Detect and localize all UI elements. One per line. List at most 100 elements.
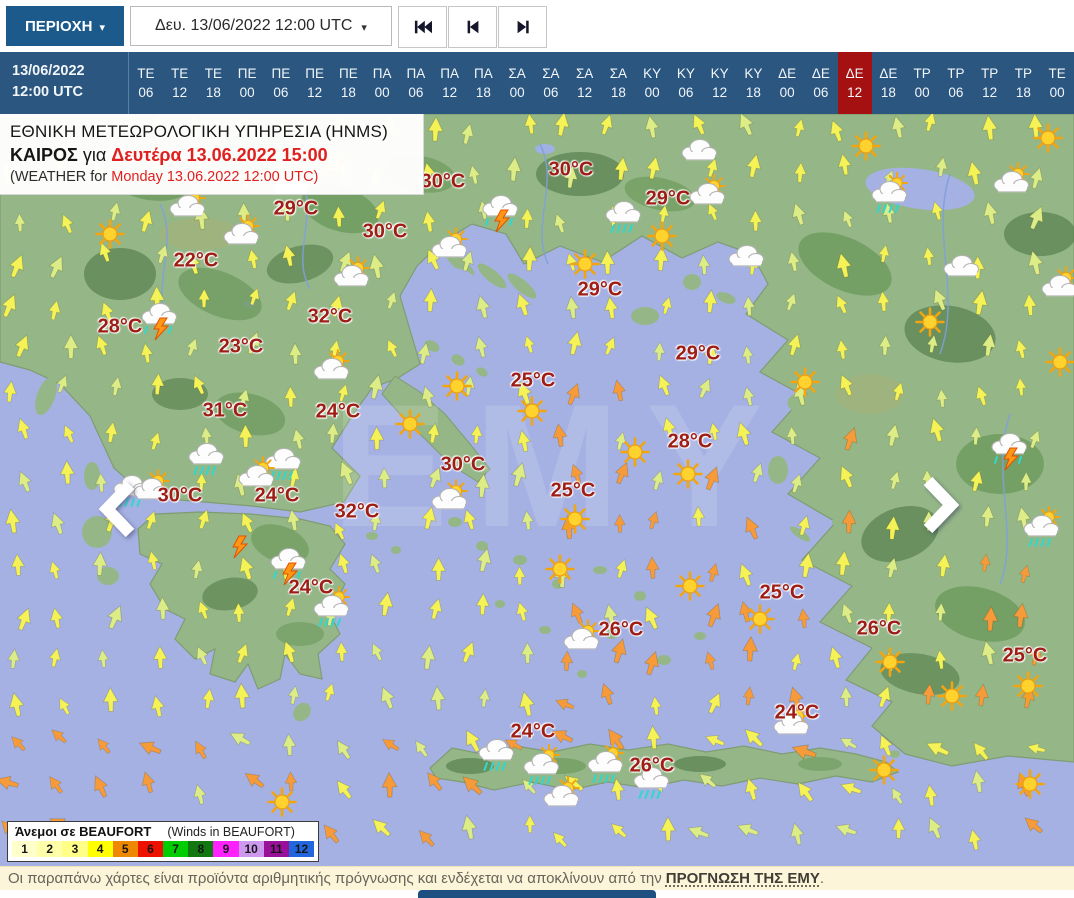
timeline-step[interactable]: ΠΑ 18 xyxy=(467,52,501,114)
timeline-time: 12:00 UTC xyxy=(12,84,83,100)
legend-title-gr: Άνεμοι σε BEAUFORT xyxy=(15,824,152,839)
beaufort-cell: 2 xyxy=(37,841,63,857)
emy-forecast-link[interactable]: ΠΡΟΓΝΩΣΗ ΤΗΣ ΕΜΥ xyxy=(666,870,820,887)
beaufort-cell: 6 xyxy=(137,841,164,857)
beaufort-cell: 3 xyxy=(62,841,88,857)
svg-text:ΕΜΥ: ΕΜΥ xyxy=(331,369,788,564)
sun-icon xyxy=(570,249,600,279)
region-dropdown-button[interactable]: ΠΕΡΙΟΧΗ ▾ xyxy=(6,6,124,46)
timeline-step[interactable]: ΤΡ 06 xyxy=(939,52,973,114)
sun-icon xyxy=(915,307,945,337)
disclaimer-text: Οι παραπάνω χάρτες είναι προϊόντα αριθμη… xyxy=(8,870,662,887)
sun-icon xyxy=(267,787,297,817)
timeline-step[interactable]: ΤΕ 18 xyxy=(197,52,231,114)
beaufort-cell: 8 xyxy=(188,841,214,857)
timeline-steps: ΤΕ 06 ΤΕ 12 ΤΕ 18 ΠΕ 00 ΠΕ 06 ΠΕ 12 ΠΕ 18 ΠΑ 00 ΠΑ 06 ΠΑ 12… xyxy=(129,52,1074,114)
timeline-step[interactable]: ΔΕ 00 xyxy=(770,52,804,114)
beaufort-cell: 11 xyxy=(263,841,289,857)
chevron-left-icon xyxy=(98,480,135,538)
timeline-step[interactable]: ΠΑ 00 xyxy=(365,52,399,114)
beaufort-cell: 4 xyxy=(87,841,113,857)
weather-map: ΕΜΥ 30°C 30°C 29°C 29°C 30°C 22°C 28°C 3… xyxy=(0,114,1074,866)
timeline-step[interactable]: ΤΡ 18 xyxy=(1007,52,1041,114)
step-backward-button[interactable] xyxy=(448,6,497,48)
sun-icon xyxy=(517,396,547,426)
timeline-step[interactable]: ΠΕ 12 xyxy=(298,52,332,114)
timeline-step[interactable]: ΚΥ 12 xyxy=(703,52,737,114)
forecast-local-time: ΚΑΙΡΟΣ για Δευτέρα 13.06.2022 15:00 xyxy=(10,145,328,165)
map-info-box: ΕΘΝΙΚΗ ΜΕΤΕΩΡΟΛΟΓΙΚΗ ΥΠΗΡΕΣΙΑ (HNMS) ΚΑΙ… xyxy=(0,114,424,195)
sun-icon xyxy=(620,437,650,467)
timeline-date: 13/06/2022 xyxy=(12,63,85,79)
sun-icon xyxy=(790,367,820,397)
sun-icon xyxy=(675,571,705,601)
beaufort-cell: 9 xyxy=(213,841,239,857)
timeline-step[interactable]: ΤΕ 00 xyxy=(1040,52,1074,114)
timeline-step[interactable]: ΠΕ 18 xyxy=(332,52,366,114)
sun-icon xyxy=(647,221,677,251)
sun-icon xyxy=(1015,769,1045,799)
timeline-step[interactable]: ΤΡ 12 xyxy=(973,52,1007,114)
sun-icon xyxy=(1045,347,1074,377)
timeline-step[interactable]: ΔΕ 12 xyxy=(837,52,872,114)
chevron-down-icon: ▾ xyxy=(361,21,367,34)
datetime-select[interactable]: Δευ. 13/06/2022 12:00 UTC ▾ xyxy=(130,6,392,46)
timeline-step[interactable]: ΤΕ 06 xyxy=(129,52,163,114)
timeline-step[interactable]: ΔΕ 06 xyxy=(804,52,838,114)
timeline-step[interactable]: ΣΑ 12 xyxy=(568,52,602,114)
timeline-step[interactable]: ΣΑ 18 xyxy=(602,52,636,114)
step-forward-icon xyxy=(517,20,529,34)
beaufort-cell: 7 xyxy=(163,841,189,857)
beaufort-scale: 1 2 3 4 5 6 7 8 9 10 11 12 xyxy=(12,841,315,857)
timeline-current-datetime: 13/06/2022 12:00 UTC xyxy=(0,52,129,114)
timeline-step[interactable]: ΚΥ 18 xyxy=(737,52,771,114)
skip-to-start-icon xyxy=(414,20,432,34)
sun-icon xyxy=(673,459,703,489)
hnms-weather-page: ΠΕΡΙΟΧΗ ▾ Δευ. 13/06/2022 12:00 UTC ▾ 13… xyxy=(0,0,1074,898)
weather-map-graphic: ΕΜΥ xyxy=(0,114,1074,866)
datetime-value: Δευ. 13/06/2022 12:00 UTC xyxy=(155,17,353,34)
previous-map-arrow[interactable] xyxy=(94,480,140,538)
timeline-step[interactable]: ΠΕ 00 xyxy=(230,52,264,114)
sun-icon xyxy=(745,604,775,634)
sun-icon xyxy=(1033,123,1063,153)
beaufort-legend: Άνεμοι σε BEAUFORT (Winds in BEAUFORT) 1… xyxy=(7,821,319,862)
timeline-step[interactable]: ΣΑ 00 xyxy=(500,52,534,114)
hnms-title: ΕΘΝΙΚΗ ΜΕΤΕΩΡΟΛΟΓΙΚΗ ΥΠΗΡΕΣΙΑ (HNMS) xyxy=(10,122,388,141)
timeline-step[interactable]: ΠΕ 06 xyxy=(264,52,298,114)
step-forward-button[interactable] xyxy=(498,6,547,48)
sun-icon xyxy=(395,409,425,439)
timeline-step[interactable]: ΠΑ 12 xyxy=(433,52,467,114)
skip-to-start-button[interactable] xyxy=(398,6,447,48)
timeline-step[interactable]: ΤΕ 12 xyxy=(163,52,197,114)
sun-icon xyxy=(937,681,967,711)
beaufort-cell: 1 xyxy=(12,841,38,857)
footer-bar xyxy=(418,890,656,898)
chevron-down-icon: ▾ xyxy=(99,21,106,34)
sun-icon xyxy=(545,554,575,584)
timeline-step[interactable]: ΚΥ 06 xyxy=(669,52,703,114)
sun-icon xyxy=(560,504,590,534)
timeline-step[interactable]: ΚΥ 00 xyxy=(635,52,669,114)
beaufort-cell: 10 xyxy=(238,841,264,857)
legend-title-en: (Winds in BEAUFORT) xyxy=(167,825,295,839)
timeline-bar: 13/06/2022 12:00 UTC ΤΕ 06 ΤΕ 12 ΤΕ 18 ΠΕ 00 ΠΕ 0… xyxy=(0,52,1074,114)
time-nav-buttons xyxy=(398,6,547,48)
sun-icon xyxy=(851,131,881,161)
sun-icon xyxy=(442,371,472,401)
disclaimer-bar: Οι παραπάνω χάρτες είναι προϊόντα αριθμη… xyxy=(0,866,1074,890)
sun-icon xyxy=(95,219,125,249)
toolbar: ΠΕΡΙΟΧΗ ▾ Δευ. 13/06/2022 12:00 UTC ▾ xyxy=(0,0,1074,52)
next-map-arrow[interactable] xyxy=(918,476,964,534)
timeline-step[interactable]: ΠΑ 06 xyxy=(399,52,433,114)
beaufort-cell: 5 xyxy=(112,841,138,857)
sun-icon xyxy=(869,755,899,785)
forecast-utc-time: (WEATHER for Monday 13.06.2022 12:00 UTC… xyxy=(10,169,319,185)
sun-icon xyxy=(1013,671,1043,701)
timeline-step[interactable]: ΣΑ 06 xyxy=(534,52,568,114)
timeline-step[interactable]: ΔΕ 18 xyxy=(872,52,906,114)
timeline-step[interactable]: ΤΡ 00 xyxy=(905,52,939,114)
step-backward-icon xyxy=(467,20,478,34)
sun-icon xyxy=(875,647,905,677)
beaufort-cell: 12 xyxy=(288,841,315,857)
